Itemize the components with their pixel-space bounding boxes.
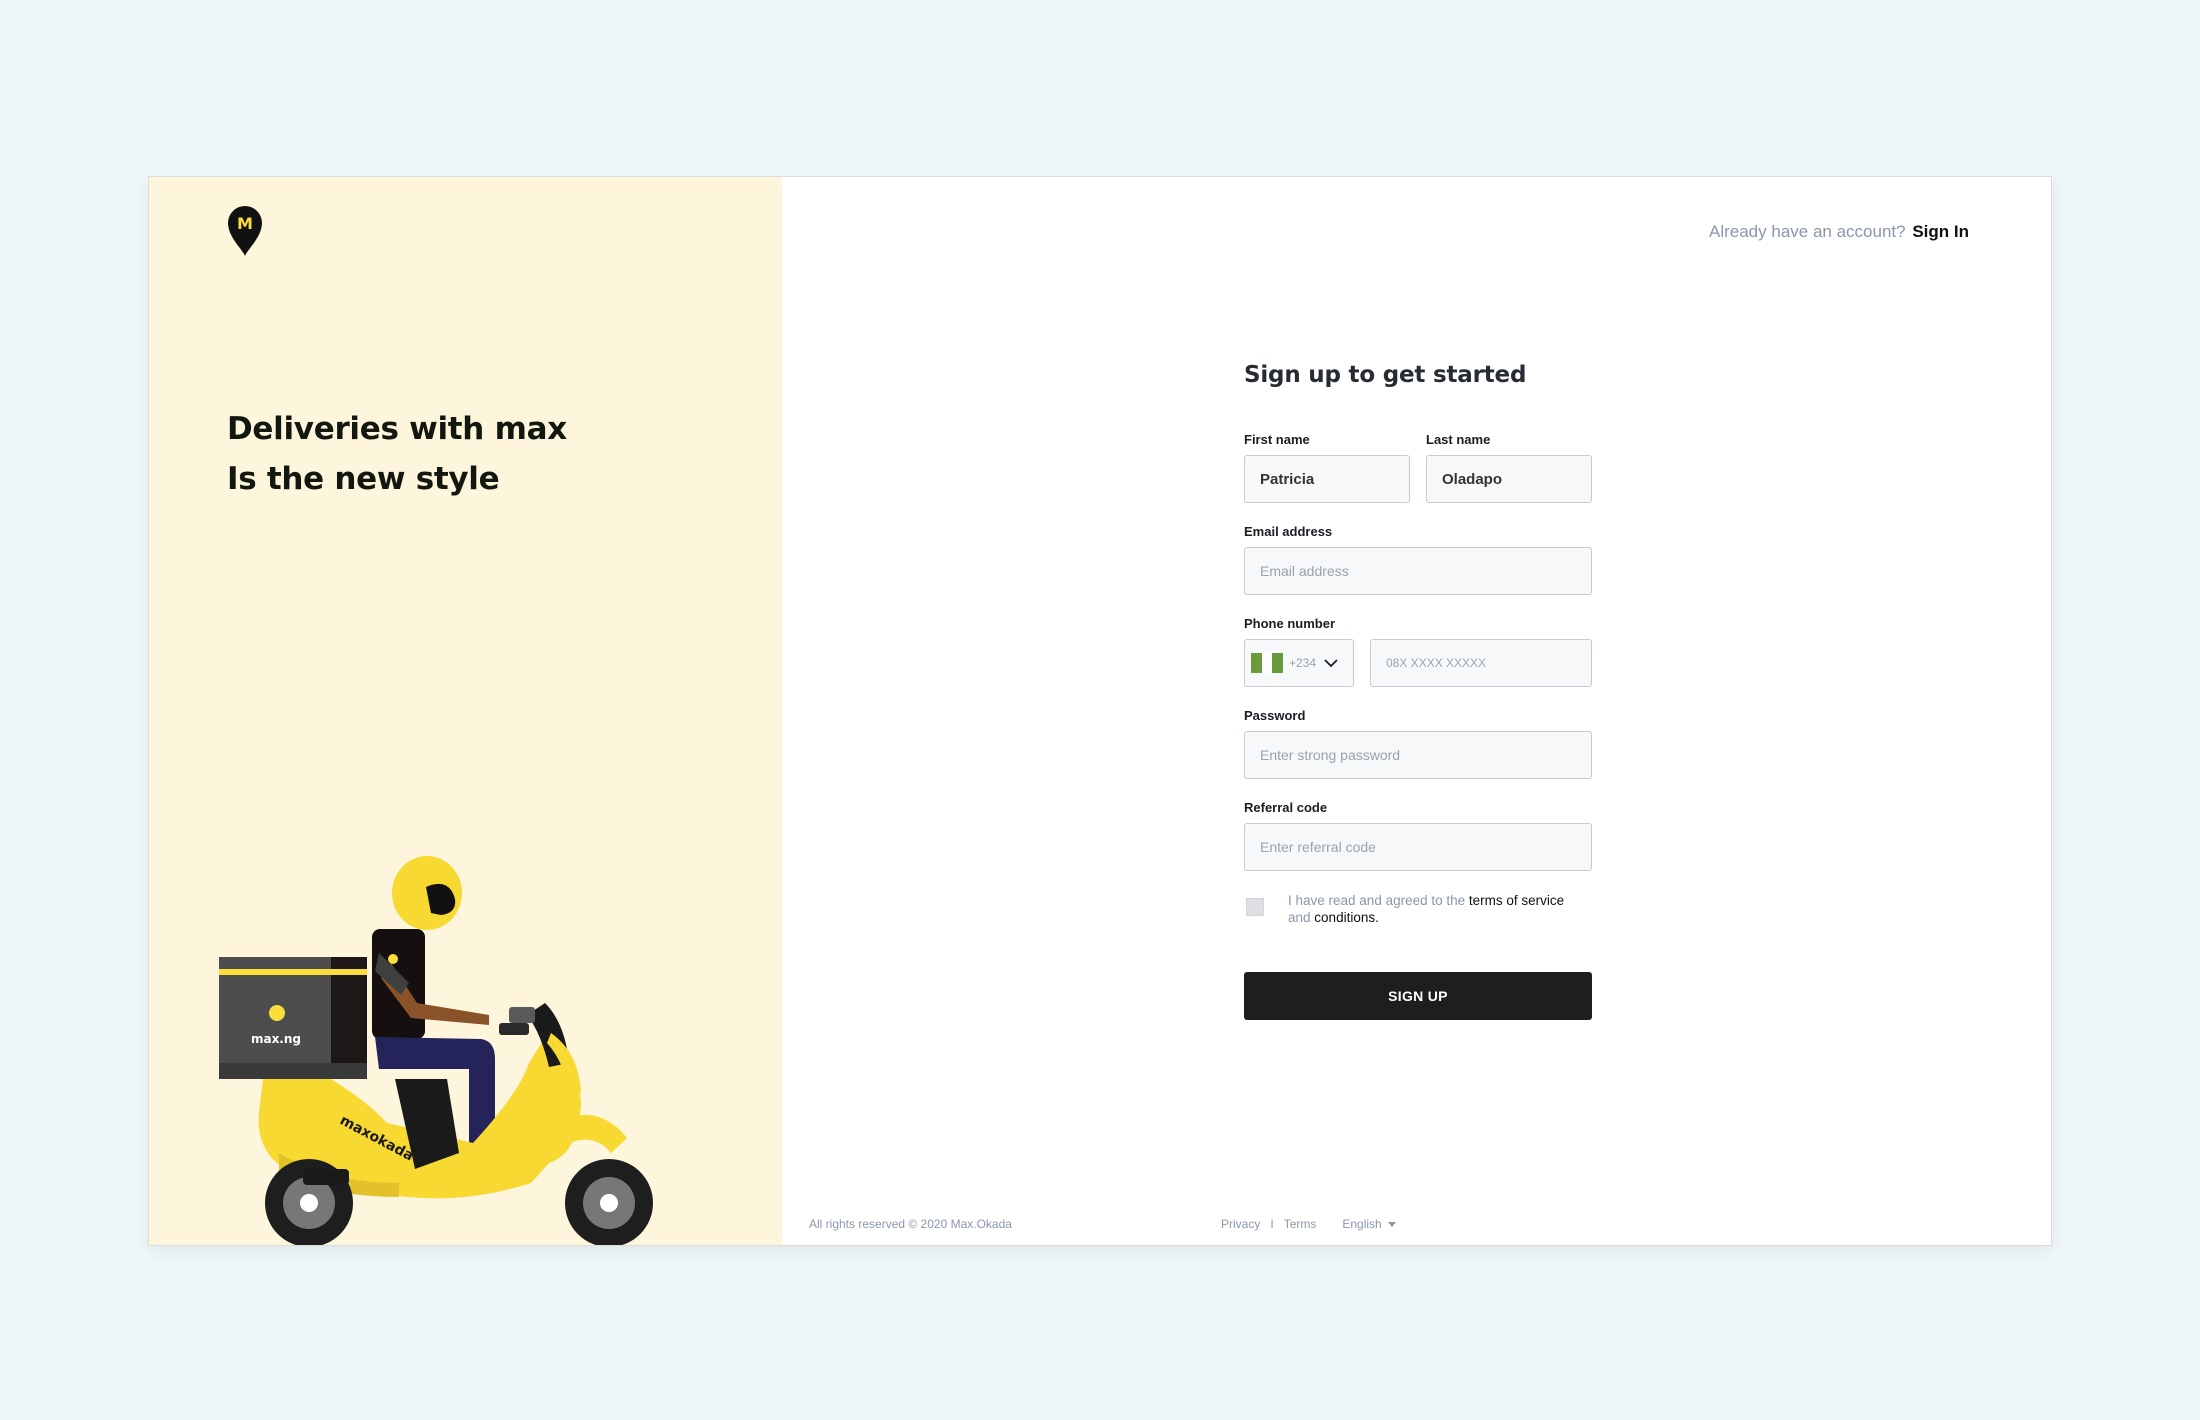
- terms-middle: and: [1288, 910, 1311, 925]
- phone-input[interactable]: [1370, 639, 1592, 687]
- chevron-down-icon: [1324, 659, 1338, 668]
- copyright-text: All rights reserved © 2020 Max.Okada: [809, 1217, 1012, 1231]
- terms-link[interactable]: Terms: [1284, 1217, 1317, 1231]
- phone-row: +234: [1244, 639, 1592, 687]
- terms-row: I have read and agreed to the terms of s…: [1244, 892, 1592, 926]
- first-name-group: First name: [1244, 432, 1410, 503]
- footer-links: Privacy I Terms English: [1221, 1217, 1396, 1231]
- conditions-link[interactable]: conditions.: [1314, 910, 1379, 925]
- referral-label: Referral code: [1244, 800, 1328, 815]
- phone-label: Phone number: [1244, 616, 1336, 631]
- language-label: English: [1342, 1217, 1382, 1231]
- footer-separator: I: [1270, 1217, 1274, 1231]
- first-name-input[interactable]: [1244, 455, 1410, 503]
- last-name-label: Last name: [1426, 432, 1491, 447]
- signin-link[interactable]: Sign In: [1912, 222, 1969, 241]
- referral-input[interactable]: [1244, 823, 1592, 871]
- signin-prompt-text: Already have an account?: [1709, 222, 1906, 241]
- tagline-line-2: Is the new style: [227, 461, 500, 497]
- box-brand-label: max.ng: [251, 1032, 301, 1046]
- password-label: Password: [1244, 708, 1306, 723]
- referral-group: Referral code: [1244, 800, 1592, 871]
- signup-card: M Deliveries with max Is the new style m…: [148, 176, 2052, 1246]
- email-label: Email address: [1244, 524, 1333, 539]
- signin-prompt-row: Already have an account? Sign In: [1709, 222, 1969, 242]
- signup-button[interactable]: SIGN UP: [1244, 972, 1592, 1020]
- phone-group: Phone number +234: [1244, 616, 1592, 687]
- password-input[interactable]: [1244, 731, 1592, 779]
- email-group: Email address: [1244, 524, 1592, 595]
- country-code-select[interactable]: +234: [1244, 639, 1354, 687]
- caret-down-icon: [1387, 1221, 1396, 1227]
- tagline-line-1: Deliveries with max: [227, 411, 567, 447]
- brand-panel: M Deliveries with max Is the new style m…: [149, 177, 782, 1245]
- privacy-link[interactable]: Privacy: [1221, 1217, 1260, 1231]
- terms-of-service-link[interactable]: terms of service: [1469, 893, 1564, 908]
- dial-code: +234: [1289, 656, 1317, 670]
- name-row: First name Last name: [1244, 432, 1592, 503]
- signup-form: Sign up to get started First name Last n…: [1244, 362, 1592, 1020]
- last-name-group: Last name: [1426, 432, 1592, 503]
- terms-prefix: I have read and agreed to the: [1288, 893, 1466, 908]
- language-selector[interactable]: English: [1342, 1217, 1396, 1231]
- nigeria-flag-icon: [1251, 653, 1283, 673]
- email-input[interactable]: [1244, 547, 1592, 595]
- first-name-label: First name: [1244, 432, 1310, 447]
- max-logo-icon[interactable]: M: [226, 204, 264, 256]
- brand-tagline: Deliveries with max Is the new style: [227, 404, 567, 504]
- logo-letter: M: [237, 214, 253, 233]
- form-title: Sign up to get started: [1244, 362, 1527, 388]
- password-group: Password: [1244, 708, 1592, 779]
- last-name-input[interactable]: [1426, 455, 1592, 503]
- delivery-rider-illustration: max.ng maxokada: [219, 856, 653, 1245]
- terms-text: I have read and agreed to the terms of s…: [1288, 892, 1564, 926]
- terms-checkbox[interactable]: [1246, 898, 1264, 916]
